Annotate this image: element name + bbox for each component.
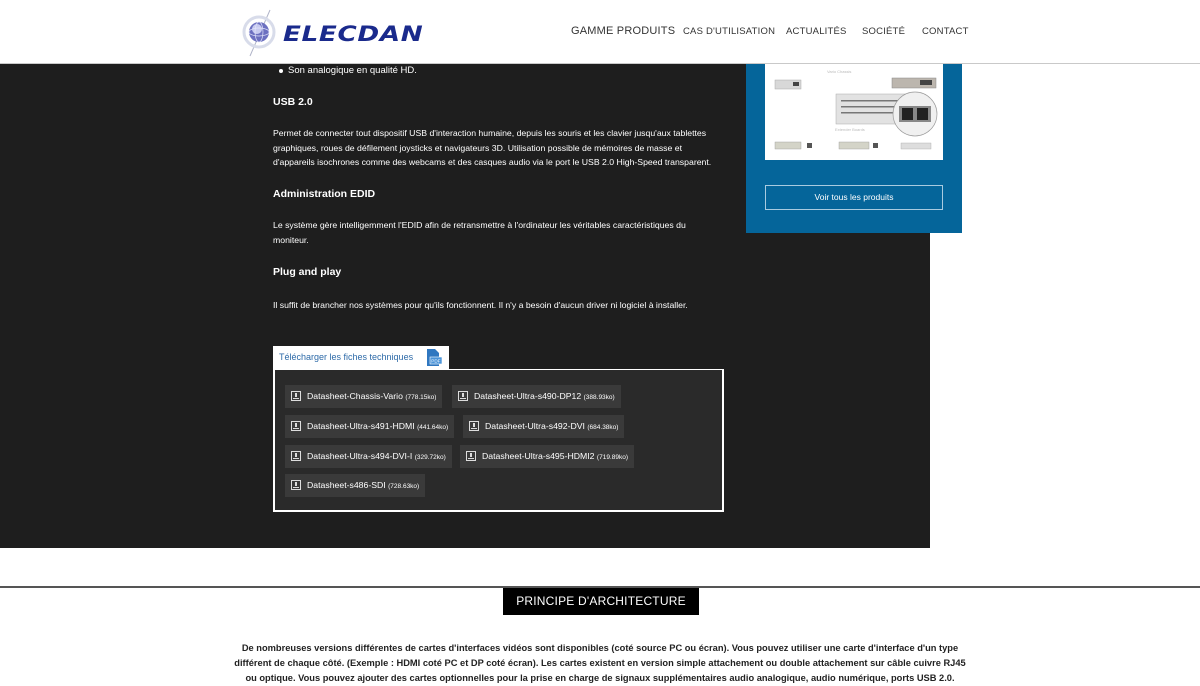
file-size: (329.72ko) bbox=[414, 454, 446, 461]
logo-text: ELECDAN bbox=[283, 22, 424, 46]
file-size: (388.93ko) bbox=[583, 394, 615, 401]
download-icon bbox=[291, 421, 301, 431]
architecture-text: De nombreuses versions différentes de ca… bbox=[234, 643, 966, 683]
file-size: (778.15ko) bbox=[405, 394, 437, 401]
pdf-icon: PDF bbox=[427, 349, 442, 366]
nav-gamme-produits[interactable]: GAMME PRODUITS bbox=[571, 25, 675, 37]
globe-logo-icon bbox=[242, 9, 276, 57]
download-icon bbox=[469, 421, 479, 431]
file-name: Datasheet-Chassis-Vario bbox=[307, 391, 403, 401]
download-datasheet-s490[interactable]: Datasheet-Ultra-s490-DP12 (388.93ko) bbox=[452, 385, 621, 408]
nav-contact[interactable]: CONTACT bbox=[922, 26, 969, 37]
download-datasheet-s486[interactable]: Datasheet-s486-SDI (728.63ko) bbox=[285, 474, 426, 497]
product-image[interactable]: Vario Chassis Extender Boards bbox=[765, 64, 943, 160]
download-datasheet-s492[interactable]: Datasheet-Ultra-s492-DVI (684.38ko) bbox=[463, 415, 625, 438]
file-size: (684.38ko) bbox=[587, 424, 619, 431]
site-header: ELECDAN GAMME PRODUITS CAS D'UTILISATION… bbox=[0, 0, 1200, 64]
caption-vario-chassis: Vario Chassis bbox=[827, 69, 851, 74]
file-name: Datasheet-Ultra-s492-DVI bbox=[485, 421, 585, 431]
download-icon bbox=[291, 480, 301, 490]
download-icon bbox=[466, 451, 476, 461]
download-datasheet-s495[interactable]: Datasheet-Ultra-s495-HDMI2 (719.89ko) bbox=[460, 445, 634, 468]
download-icon bbox=[291, 391, 301, 401]
downloads-tab-label: Télécharger les fiches techniques bbox=[279, 352, 414, 362]
nav-cas-utilisation[interactable]: CAS D'UTILISATION bbox=[683, 26, 775, 37]
download-datasheet-chassis-vario[interactable]: Datasheet-Chassis-Vario (778.15ko) bbox=[285, 385, 443, 408]
svg-text:PDF: PDF bbox=[431, 359, 440, 364]
text-plug-and-play: Il suffit de brancher nos systèmes pour … bbox=[273, 300, 688, 310]
text-edid: Le système gère intelligemment l'EDID af… bbox=[273, 220, 686, 245]
file-size: (728.63ko) bbox=[388, 483, 420, 490]
nav-actualites[interactable]: ACTUALITÉS bbox=[786, 26, 847, 37]
product-illustration: Vario Chassis Extender Boards bbox=[774, 69, 938, 150]
download-datasheet-s494[interactable]: Datasheet-Ultra-s494-DVI-I (329.72ko) bbox=[285, 445, 452, 468]
file-name: Datasheet-Ultra-s494-DVI-I bbox=[307, 451, 413, 461]
elecdan-logo[interactable]: ELECDAN bbox=[240, 8, 435, 58]
view-all-products-button[interactable]: Voir tous les produits bbox=[765, 185, 943, 210]
file-name: Datasheet-Ultra-s490-DP12 bbox=[474, 391, 582, 401]
caption-extender-boards: Extender Boards bbox=[835, 127, 865, 132]
heading-edid: Administration EDID bbox=[273, 188, 376, 200]
nav-societe[interactable]: SOCIÉTÉ bbox=[862, 26, 905, 37]
file-size: (441.64ko) bbox=[417, 424, 449, 431]
products-sidebar: Vario Chassis Extender Boards Voir tous … bbox=[746, 64, 962, 233]
feature-bullet: Son analogique en qualité HD. bbox=[279, 65, 417, 76]
architecture-title: PRINCIPE D'ARCHITECTURE bbox=[503, 588, 699, 615]
file-size: (719.89ko) bbox=[596, 454, 628, 461]
file-name: Datasheet-Ultra-s495-HDMI2 bbox=[482, 451, 595, 461]
download-icon bbox=[458, 391, 468, 401]
file-name: Datasheet-Ultra-s491-HDMI bbox=[307, 421, 415, 431]
text-usb: Permet de connecter tout dispositif USB … bbox=[273, 128, 712, 167]
downloads-panel: Datasheet-Chassis-Vario (778.15ko) Datas… bbox=[273, 369, 724, 512]
download-icon bbox=[291, 451, 301, 461]
download-datasheet-s491[interactable]: Datasheet-Ultra-s491-HDMI (441.64ko) bbox=[285, 415, 455, 438]
heading-plug-and-play: Plug and play bbox=[273, 266, 342, 278]
heading-usb: USB 2.0 bbox=[273, 96, 313, 108]
file-name: Datasheet-s486-SDI bbox=[307, 480, 386, 490]
downloads-tab[interactable]: Télécharger les fiches techniques PDF bbox=[273, 346, 449, 370]
